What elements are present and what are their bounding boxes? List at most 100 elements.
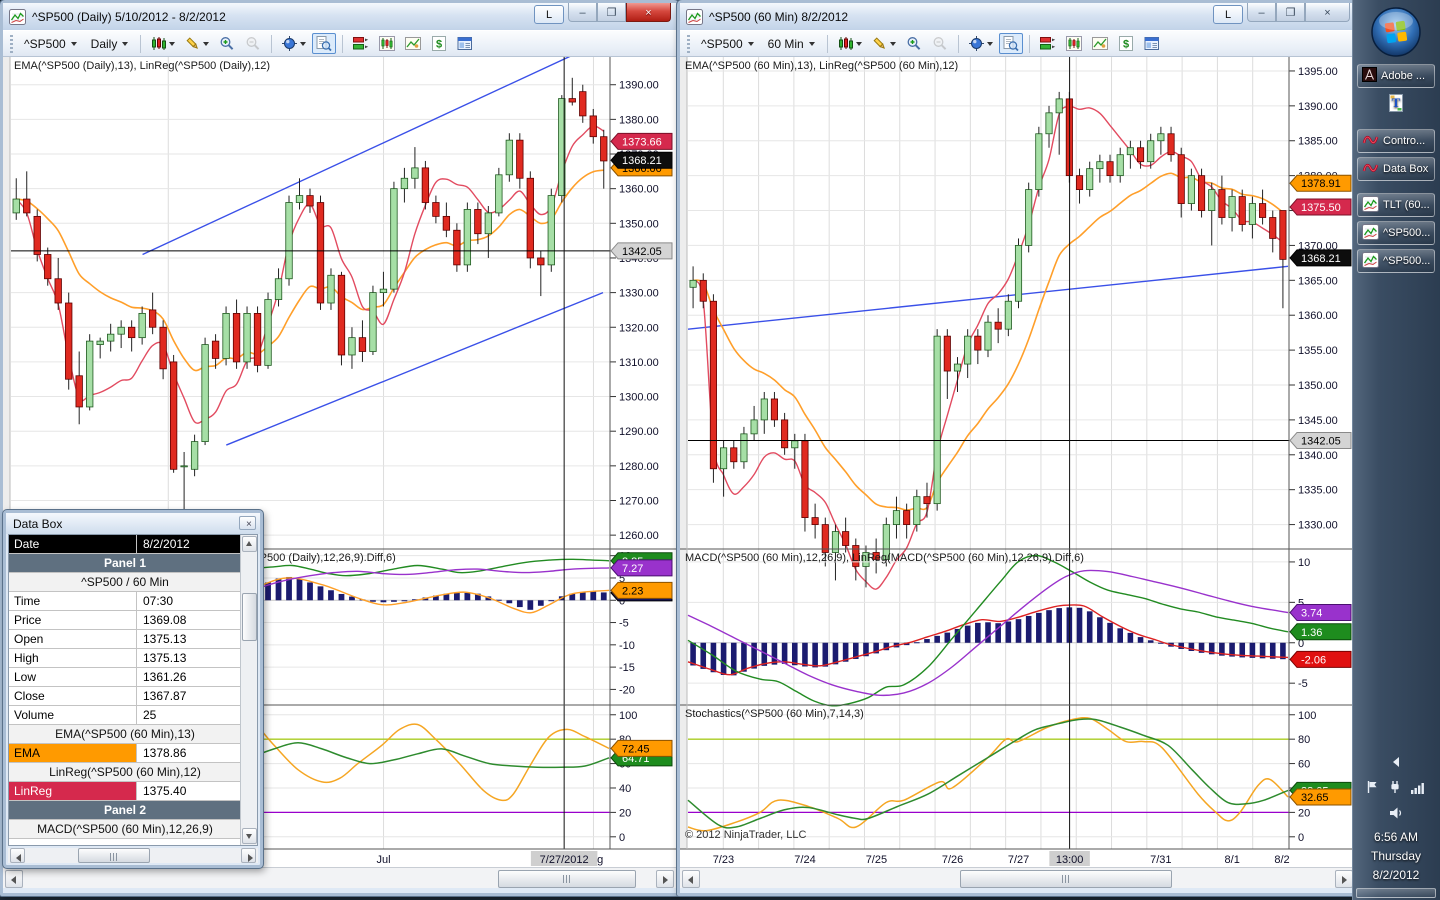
- texttool-icon: T: [1387, 93, 1405, 115]
- instrument-dropdown[interactable]: ^SP500: [694, 33, 761, 55]
- dollar-icon[interactable]: $: [1114, 33, 1138, 54]
- chart-toolbar: ^SP500 Daily $: [3, 30, 676, 57]
- databox-row-low: Low 1361.26: [9, 668, 241, 687]
- drawing-tools-icon[interactable]: [181, 33, 213, 54]
- horizontal-scrollbar[interactable]: [680, 867, 1355, 888]
- svg-text:1342.05: 1342.05: [622, 246, 662, 258]
- svg-text:1378.91: 1378.91: [1301, 178, 1341, 190]
- data-box-icon[interactable]: [312, 33, 337, 54]
- power-plug-icon[interactable]: [1388, 780, 1402, 799]
- link-button[interactable]: L: [534, 5, 564, 24]
- bars-panel-icon[interactable]: [375, 33, 399, 54]
- svg-text:7/24: 7/24: [794, 854, 815, 866]
- clock-time: 6:56 AM: [1373, 830, 1419, 844]
- taskbar-icon-app[interactable]: T: [1357, 92, 1435, 116]
- scroll-thumb[interactable]: [497, 870, 636, 888]
- taskbar-item-adobe[interactable]: Adobe ...: [1357, 64, 1435, 88]
- data-box-window: Data Box × Date 8/2/2012 Panel 1 ^SP500 / 6…: [3, 510, 263, 868]
- databox-row-panel-1: Panel 1: [9, 554, 241, 573]
- chartmini-icon: [1362, 195, 1379, 215]
- svg-text:1290.00: 1290.00: [619, 426, 659, 438]
- data-box-titlebar[interactable]: Data Box ×: [6, 513, 260, 534]
- svg-text:1330.00: 1330.00: [1298, 520, 1338, 532]
- clock[interactable]: 6:56 AM Thursday 8/2/2012: [1352, 828, 1440, 885]
- period-dropdown[interactable]: 60 Min: [761, 33, 822, 55]
- data-box-vertical-scrollbar[interactable]: [240, 535, 257, 845]
- crosshair-icon[interactable]: [278, 33, 310, 54]
- svg-text:1300.00: 1300.00: [619, 392, 659, 404]
- horizontal-scrollbar[interactable]: [3, 867, 676, 888]
- data-box-horizontal-scrollbar[interactable]: [8, 848, 258, 863]
- data-box-icon[interactable]: [998, 33, 1023, 54]
- show-desktop-button[interactable]: [1356, 888, 1436, 898]
- scroll-thumb[interactable]: [242, 593, 257, 641]
- chart-image-icon[interactable]: [1088, 33, 1112, 54]
- scroll-left-arrow[interactable]: [5, 870, 23, 888]
- svg-text:Jul: Jul: [377, 854, 391, 866]
- svg-text:20: 20: [619, 807, 631, 819]
- close-icon[interactable]: ×: [239, 516, 256, 530]
- scroll-thumb[interactable]: [78, 848, 150, 863]
- instrument-dropdown[interactable]: ^SP500: [17, 33, 84, 55]
- action-center-flag-icon[interactable]: [1366, 780, 1379, 799]
- svg-text:1350.00: 1350.00: [619, 218, 659, 230]
- svg-text:13:00: 13:00: [1056, 854, 1084, 866]
- dollar-icon[interactable]: $: [427, 33, 451, 54]
- chart-area-60min[interactable]: EMA(^SP500 (60 Min),13), LinReg(^SP500 (…: [680, 57, 1355, 867]
- taskbar-item-control-center[interactable]: Contro...: [1357, 129, 1435, 153]
- minimize-button[interactable]: –: [568, 3, 597, 22]
- zoom-in-icon[interactable]: [902, 33, 926, 54]
- taskbar-item-data-box[interactable]: Data Box: [1357, 157, 1435, 181]
- toolbar-grip[interactable]: [687, 34, 690, 53]
- scroll-down-arrow[interactable]: [242, 828, 257, 844]
- scroll-up-arrow[interactable]: [242, 536, 257, 552]
- maximize-button[interactable]: ❐: [597, 3, 626, 22]
- properties-icon[interactable]: [453, 33, 477, 54]
- tray-expand-arrow[interactable]: [1352, 756, 1440, 768]
- databox-row-macd-sp500-60-min-12-26-9-: MACD(^SP500 (60 Min),12,26,9): [9, 820, 241, 839]
- zoom-in-icon[interactable]: [215, 33, 239, 54]
- chart-style-icon[interactable]: [834, 33, 866, 54]
- period-dropdown[interactable]: Daily: [84, 33, 136, 55]
- drawing-tools-icon[interactable]: [868, 33, 900, 54]
- window-titlebar[interactable]: ^SP500 (Daily) 5/10/2012 - 8/2/2012 L – …: [3, 3, 676, 30]
- link-button[interactable]: L: [1213, 5, 1243, 24]
- scroll-left-arrow[interactable]: [10, 848, 25, 863]
- stoch-panel-label: Stochastics(^SP500 (60 Min),7,14,3): [685, 708, 864, 720]
- chart-trader-icon[interactable]: [349, 33, 373, 54]
- taskbar-item-sp500-1[interactable]: ^SP500...: [1357, 221, 1435, 245]
- adobe-icon: [1362, 67, 1377, 85]
- chart-trader-icon[interactable]: [1036, 33, 1060, 54]
- network-signal-icon[interactable]: [1411, 781, 1426, 799]
- close-button[interactable]: ×: [1305, 3, 1350, 22]
- scroll-right-arrow[interactable]: [241, 848, 256, 863]
- maximize-button[interactable]: ❐: [1276, 3, 1305, 22]
- speaker-icon[interactable]: [1352, 806, 1440, 820]
- close-button[interactable]: ×: [626, 3, 671, 22]
- start-button[interactable]: [1369, 5, 1423, 59]
- svg-text:$: $: [1123, 39, 1129, 51]
- svg-text:1.36: 1.36: [1301, 627, 1322, 639]
- svg-text:10: 10: [1298, 557, 1310, 569]
- chartmini-icon: [1362, 223, 1379, 243]
- svg-text:60: 60: [1298, 759, 1310, 771]
- window-title: ^SP500 (Daily) 5/10/2012 - 8/2/2012: [32, 9, 226, 24]
- scroll-left-arrow[interactable]: [682, 870, 700, 888]
- svg-text:-20: -20: [619, 684, 635, 696]
- taskbar-item-sp500-2[interactable]: ^SP500...: [1357, 249, 1435, 273]
- price-panel-label: EMA(^SP500 (Daily),13), LinReg(^SP500 (D…: [14, 60, 271, 72]
- properties-icon[interactable]: [1140, 33, 1164, 54]
- chart-style-icon[interactable]: [147, 33, 179, 54]
- scroll-right-arrow[interactable]: [656, 870, 674, 888]
- scroll-right-arrow[interactable]: [1335, 870, 1353, 888]
- scroll-thumb[interactable]: [960, 870, 1172, 888]
- svg-text:1360.00: 1360.00: [1298, 310, 1338, 322]
- toolbar-grip[interactable]: [10, 34, 13, 53]
- crosshair-icon[interactable]: [965, 33, 997, 54]
- bars-panel-icon[interactable]: [1062, 33, 1086, 54]
- taskbar-item-tlt[interactable]: TLT (60...: [1357, 193, 1435, 217]
- chart-image-icon[interactable]: [401, 33, 425, 54]
- window-titlebar[interactable]: ^SP500 (60 Min) 8/2/2012 L – ❐ ×: [680, 3, 1355, 30]
- databox-row-date: Date 8/2/2012: [9, 535, 241, 554]
- minimize-button[interactable]: –: [1247, 3, 1276, 22]
